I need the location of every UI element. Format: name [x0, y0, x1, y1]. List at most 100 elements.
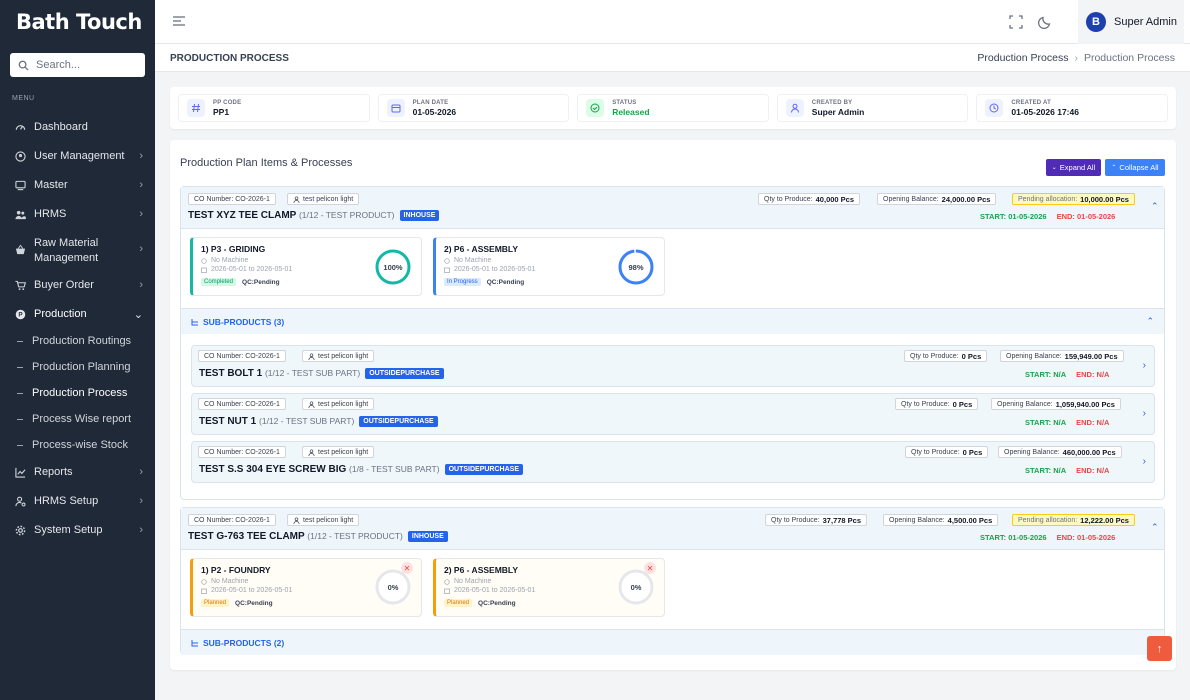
sidebar-item-master[interactable]: Master › — [15, 179, 143, 191]
sub-product-name: TEST S.S 304 EYE SCREW BIG (1/8 - TEST S… — [199, 464, 523, 475]
sidebar-subitem-production-routings[interactable]: Production Routings — [17, 335, 131, 347]
opening-label: Opening Balance: — [883, 195, 939, 203]
sitemap-icon — [191, 640, 198, 647]
button-label: Expand All — [1059, 163, 1096, 172]
brand-logo[interactable]: Bath Touch — [0, 0, 155, 44]
date-range: 2026-05-01 to 2026-05-01 — [211, 266, 293, 273]
sidebar-subitem-label: Production Planning — [32, 361, 131, 373]
sidebar-item-reports[interactable]: Reports › — [15, 466, 143, 478]
pending-allocation-chip: Pending allocation: 10,000.00 Pcs — [1012, 193, 1135, 205]
production-plan-panel: Production Plan Items & Processes ⌄ Expan… — [170, 140, 1176, 670]
sidebar-item-label: Raw Material Management — [34, 237, 99, 264]
sidebar-item-user-management[interactable]: User Management › — [15, 150, 143, 162]
search-input[interactable]: Search... — [10, 53, 145, 77]
start-date: START: 01-05-2026 — [980, 212, 1047, 221]
sidebar-item-hrms[interactable]: HRMS › — [15, 208, 143, 220]
status-badge: Planned — [444, 599, 473, 607]
sidebar-subitem-production-planning[interactable]: Production Planning — [17, 361, 130, 373]
sidebar-item-raw-material[interactable]: Raw Material Management › — [15, 236, 143, 266]
qty-label: Qty to Produce: — [911, 448, 960, 456]
info-value: 01-05-2026 17:46 — [1011, 106, 1079, 117]
info-label: CREATED BY — [811, 99, 853, 106]
breadcrumb-link[interactable]: Production Process — [977, 52, 1068, 64]
menu-toggle-icon[interactable] — [172, 15, 186, 27]
info-plan-date: PLAN DATE 01-05-2026 — [377, 94, 570, 122]
end-date: END: N/A — [1076, 466, 1110, 475]
sub-products-toggle[interactable]: SUB-PRODUCTS (2) — [181, 629, 1164, 655]
opening-value: 1,059,940.00 Pcs — [1055, 399, 1115, 409]
chevron-right-icon: › — [139, 495, 143, 507]
calendar-icon — [386, 99, 405, 117]
collapse-all-button[interactable]: ⌃ Collapse All — [1105, 159, 1165, 176]
chevron-up-icon[interactable]: ⌃ — [1151, 201, 1159, 212]
sidebar-subitem-production-process[interactable]: Production Process — [17, 387, 127, 399]
plan-item-header[interactable]: CO Number: CO-2026-1 test pelicon light … — [181, 187, 1164, 229]
sub-product-row[interactable]: CO Number: CO-2026-1 test pelicon light … — [191, 393, 1155, 435]
start-date: START: N/A — [1025, 418, 1067, 427]
machine-name: No Machine — [211, 578, 249, 585]
product-subtitle: (1/12 - TEST PRODUCT) — [298, 210, 395, 220]
sidebar-item-buyer-order[interactable]: Buyer Order › — [15, 279, 143, 291]
plan-info-bar: PP CODE PP1 PLAN DATE 01-05-2026 STATUS Rel… — [170, 87, 1176, 129]
progress-ring: 100% — [375, 249, 411, 285]
info-status: STATUS Released — [577, 94, 769, 122]
product-title: TEST G-763 TEE CLAMP — [188, 531, 305, 542]
date-range: 2026-05-01 to 2026-05-01 — [454, 266, 536, 273]
plan-item-header[interactable]: CO Number: CO-2026-1 test pelicon light … — [181, 508, 1164, 550]
sidebar-subitem-process-wise-stock[interactable]: Process-wise Stock — [17, 439, 128, 451]
co-number-chip: CO Number: CO-2026-1 — [198, 398, 286, 410]
info-label: CREATED AT — [1011, 99, 1051, 106]
plan-item-card: CO Number: CO-2026-1 test pelicon light … — [180, 186, 1165, 500]
close-icon[interactable]: ✕ — [401, 562, 413, 574]
chevron-up-icon[interactable]: ⌃ — [1151, 522, 1159, 533]
dark-mode-icon[interactable] — [1038, 15, 1052, 29]
scroll-to-top-button[interactable]: ↑ — [1147, 636, 1172, 661]
info-value: 01-05-2026 — [412, 106, 457, 117]
process-card[interactable]: 2) P6 - ASSEMBLY No Machine 2026-05-01 t… — [433, 237, 665, 296]
end-date: END: N/A — [1076, 370, 1110, 379]
opening-balance-chip: Opening Balance: 159,949.00 Pcs — [1000, 350, 1124, 362]
start-date: START: N/A — [1025, 370, 1067, 379]
process-card[interactable]: 1) P2 - FOUNDRY No Machine 2026-05-01 to… — [190, 558, 422, 617]
avatar: B — [1086, 12, 1106, 32]
sub-product-row[interactable]: CO Number: CO-2026-1 test pelicon light … — [191, 345, 1155, 387]
sidebar-item-system-setup[interactable]: System Setup › — [15, 524, 143, 536]
item-dates: START: 01-05-2026 END: 01-05-2026 — [980, 533, 1115, 542]
customer-chip: test pelicon light — [302, 350, 375, 362]
user-name: Super Admin — [1114, 16, 1177, 28]
basket-icon — [15, 244, 26, 255]
sub-products-toggle[interactable]: SUB-PRODUCTS (3) ⌃ — [181, 308, 1164, 334]
qty-label: Qty to Produce: — [771, 516, 820, 524]
sub-products-label: SUB-PRODUCTS (2) — [203, 638, 285, 648]
user-icon — [293, 195, 300, 203]
opening-balance-chip: Opening Balance: 4,500.00 Pcs — [883, 514, 999, 526]
expand-all-button[interactable]: ⌄ Expand All — [1046, 159, 1101, 176]
close-icon[interactable]: ✕ — [644, 562, 656, 574]
opening-balance-chip: Opening Balance: 1,059,940.00 Pcs — [991, 398, 1121, 410]
start-date: START: N/A — [1025, 466, 1067, 475]
date-range: 2026-05-01 to 2026-05-01 — [454, 587, 536, 594]
progress-ring: 98% — [618, 249, 654, 285]
process-card[interactable]: 2) P6 - ASSEMBLY No Machine 2026-05-01 t… — [433, 558, 665, 617]
sidebar-subitem-process-wise-report[interactable]: Process Wise report — [17, 413, 131, 425]
chevron-down-icon: ⌄ — [133, 308, 143, 321]
users-icon — [15, 209, 26, 220]
sub-product-row[interactable]: CO Number: CO-2026-1 test pelicon light … — [191, 441, 1155, 483]
user-icon — [293, 516, 300, 524]
product-subtitle: (1/12 - TEST PRODUCT) — [307, 531, 403, 541]
process-card[interactable]: 1) P3 - GRIDING No Machine 2026-05-01 to… — [190, 237, 422, 296]
user-menu[interactable]: B Super Admin — [1078, 0, 1184, 44]
sidebar-item-hrms-setup[interactable]: HRMS Setup › — [15, 495, 143, 507]
chevron-right-icon: › — [139, 179, 143, 191]
sidebar-item-dashboard[interactable]: Dashboard — [15, 121, 143, 133]
info-label: PLAN DATE — [412, 99, 449, 106]
qty-value: 40,000 Pcs — [815, 194, 855, 204]
qc-status: QC:Pending — [235, 599, 273, 607]
fullscreen-icon[interactable] — [1009, 15, 1023, 29]
section-title: Production Plan Items & Processes — [180, 157, 353, 169]
progress-percent: 100% — [383, 262, 403, 272]
user-icon — [308, 352, 315, 360]
machine-name: No Machine — [211, 257, 249, 264]
qc-status: QC:Pending — [478, 599, 516, 607]
sidebar-item-production[interactable]: P Production ⌄ — [15, 308, 143, 321]
